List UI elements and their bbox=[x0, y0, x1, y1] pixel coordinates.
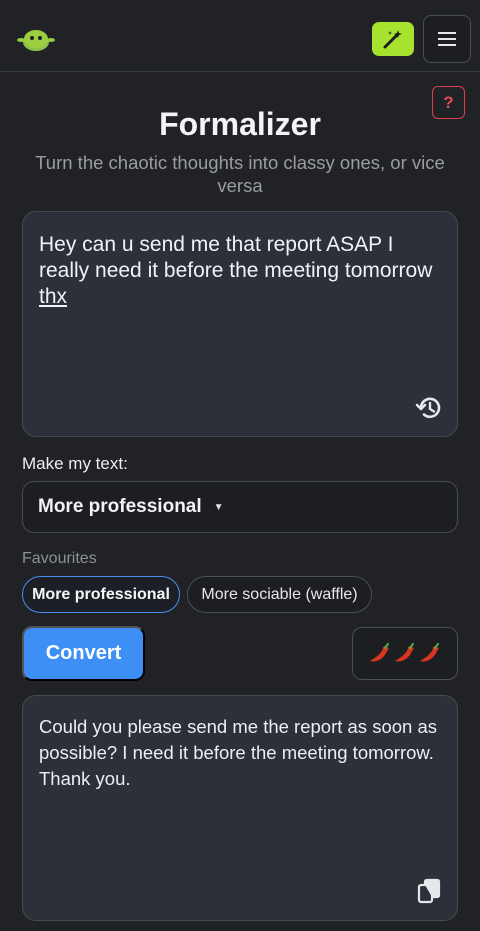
convert-button[interactable]: Convert bbox=[22, 626, 145, 681]
menu-button[interactable] bbox=[423, 15, 471, 63]
page-title: Formalizer bbox=[159, 106, 321, 142]
transform-select[interactable]: More professional ▼ bbox=[22, 481, 458, 533]
caret-down-icon: ▼ bbox=[213, 501, 224, 513]
input-textarea[interactable]: Hey can u send me that report ASAP I rea… bbox=[22, 211, 458, 437]
output-textarea[interactable]: Could you please send me the report as s… bbox=[22, 695, 458, 921]
input-text-misspelled: thx bbox=[39, 285, 68, 308]
output-text: Could you please send me the report as s… bbox=[39, 716, 437, 789]
alien-logo-icon[interactable] bbox=[17, 24, 55, 54]
chip-label: More sociable (waffle) bbox=[201, 585, 358, 603]
spiciness-button[interactable] bbox=[352, 627, 458, 680]
make-my-text-label: Make my text: bbox=[22, 454, 128, 473]
input-text: Hey can u send me that report ASAP I rea… bbox=[39, 232, 441, 310]
page-subtitle: Turn the chaotic thoughts into classy on… bbox=[35, 152, 445, 196]
magic-wand-button[interactable] bbox=[372, 22, 414, 56]
input-text-main: Hey can u send me that report ASAP I rea… bbox=[39, 233, 433, 282]
transform-select-value: More professional bbox=[38, 496, 202, 517]
chili-pepper-icon bbox=[370, 642, 389, 662]
chip-label: More professional bbox=[32, 585, 170, 603]
magic-wand-icon bbox=[383, 30, 402, 49]
hamburger-menu-icon bbox=[438, 32, 456, 46]
top-bar bbox=[0, 0, 480, 72]
copy-icon[interactable] bbox=[417, 878, 441, 904]
favourite-chip-more-sociable[interactable]: More sociable (waffle) bbox=[187, 576, 372, 613]
favourite-chip-more-professional[interactable]: More professional bbox=[22, 576, 180, 613]
chili-pepper-icon bbox=[395, 642, 414, 662]
favourites-label: Favourites bbox=[22, 550, 97, 567]
history-icon[interactable] bbox=[415, 394, 443, 422]
chili-pepper-icon bbox=[420, 642, 439, 662]
